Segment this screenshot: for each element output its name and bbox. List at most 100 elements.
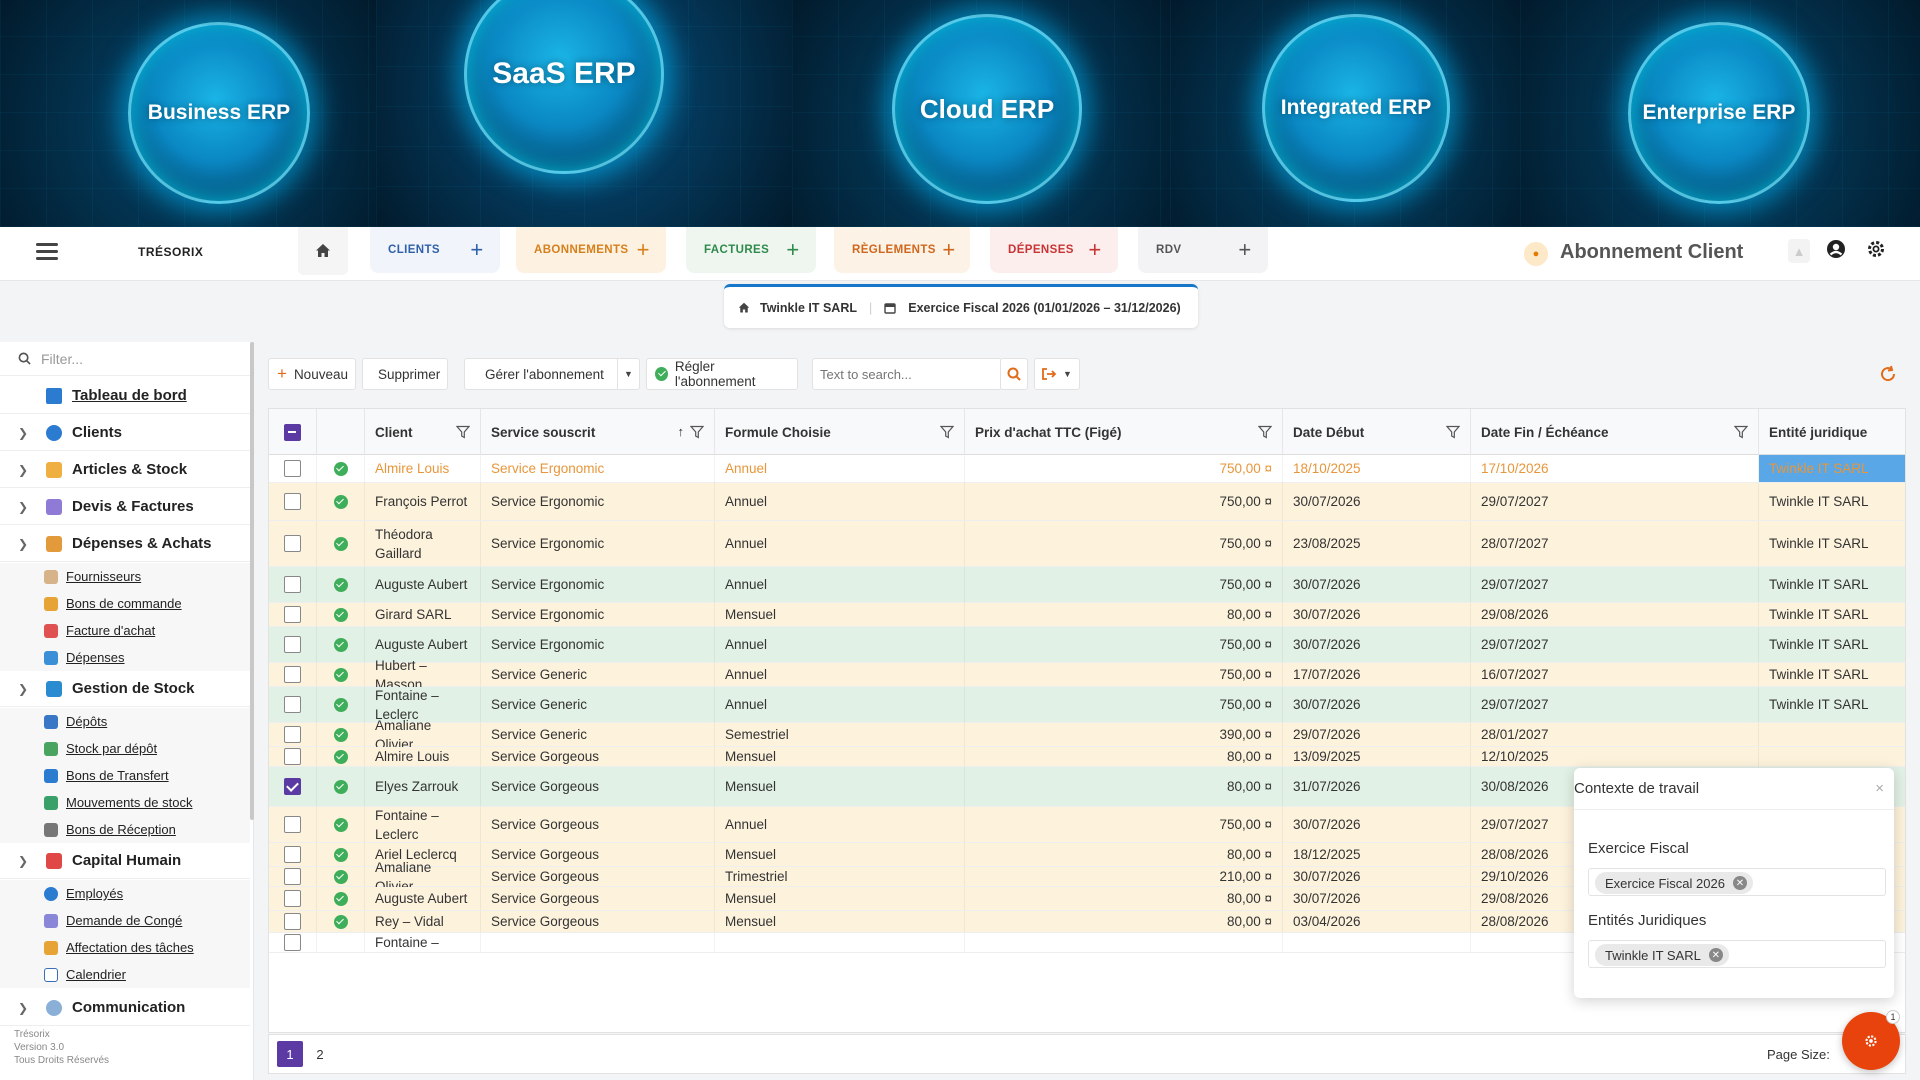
cell-client[interactable]: François Perrot	[365, 483, 481, 520]
tab-depenses[interactable]: DÉPENSES +	[990, 227, 1118, 273]
sidebar-item-stock-par-depot[interactable]: Stock par dépôt	[0, 735, 250, 762]
cell-client[interactable]: Théodora Gaillard	[365, 521, 481, 566]
table-row[interactable]: Amaliane Olivier Service Generic Semestrie…	[269, 718, 1905, 752]
cell-debut[interactable]	[1283, 933, 1471, 952]
sidebar-item-fournisseurs[interactable]: Fournisseurs	[0, 563, 250, 590]
row-checkbox[interactable]	[284, 636, 301, 653]
row-select-cell[interactable]	[269, 663, 317, 686]
sidebar-item-bons-de-transfert[interactable]: Bons de Transfert	[0, 762, 250, 789]
user-icon[interactable]	[1826, 239, 1846, 259]
table-row[interactable]: Hubert – Masson Service Generic Annuel 750,…	[269, 658, 1905, 692]
refresh-icon[interactable]	[1878, 364, 1898, 384]
cell-debut[interactable]: 30/07/2026	[1283, 567, 1471, 602]
row-select-cell[interactable]	[269, 887, 317, 910]
select-all-checkbox[interactable]	[284, 423, 301, 441]
filter-icon[interactable]	[456, 425, 470, 439]
cell-service[interactable]: Service Gorgeous	[481, 747, 715, 766]
tab-rdv[interactable]: RDV +	[1138, 227, 1268, 273]
row-select-cell[interactable]	[269, 455, 317, 482]
cell-formule[interactable]: Mensuel	[715, 767, 965, 806]
filter-icon[interactable]	[940, 425, 954, 439]
cell-service[interactable]: Service Ergonomic	[481, 521, 715, 566]
sidebar-item-devis-factures[interactable]: ❯ Devis & Factures	[0, 489, 250, 525]
cell-prix[interactable]: 80,00 ¤	[965, 767, 1283, 806]
cell-debut[interactable]: 30/07/2026	[1283, 867, 1471, 886]
cell-entite[interactable]: Twinkle IT SARL	[1759, 687, 1905, 722]
filter-icon[interactable]	[1734, 425, 1748, 439]
add-abonnement-icon[interactable]: +	[629, 235, 659, 265]
table-row[interactable]: Théodora Gaillard Service Ergonomic Annuel…	[269, 521, 1905, 567]
row-select-cell[interactable]	[269, 747, 317, 766]
page-button-2[interactable]: 2	[307, 1041, 333, 1067]
cell-service[interactable]: Service Ergonomic	[481, 455, 715, 482]
row-checkbox[interactable]	[284, 696, 301, 713]
manage-subscription-button[interactable]: Gérer l'abonnement ▼	[464, 358, 640, 390]
row-select-cell[interactable]	[269, 567, 317, 602]
row-checkbox[interactable]	[284, 535, 301, 552]
cell-fin[interactable]: 29/07/2027	[1471, 687, 1759, 722]
cell-debut[interactable]: 30/07/2026	[1283, 627, 1471, 662]
cell-debut[interactable]: 30/07/2026	[1283, 887, 1471, 910]
column-header-entite[interactable]: Entité juridique	[1759, 409, 1905, 455]
cell-service[interactable]: Service Gorgeous	[481, 887, 715, 910]
sidebar-item-calendrier[interactable]: Calendrier	[0, 961, 250, 988]
cell-service[interactable]: Service Generic	[481, 723, 715, 746]
cell-client[interactable]: Fontaine –	[365, 933, 481, 952]
cell-debut[interactable]: 30/07/2026	[1283, 687, 1471, 722]
cell-prix[interactable]: 750,00 ¤	[965, 455, 1283, 482]
search-button[interactable]	[1000, 358, 1028, 390]
cell-entite[interactable]: Twinkle IT SARL	[1759, 663, 1905, 686]
cell-service[interactable]: Service Ergonomic	[481, 483, 715, 520]
column-header-formule[interactable]: Formule Choisie	[715, 409, 965, 455]
sidebar-scrollbar[interactable]	[250, 342, 254, 820]
row-checkbox[interactable]	[284, 778, 301, 795]
cell-service[interactable]: Service Ergonomic	[481, 567, 715, 602]
cell-fin[interactable]: 29/07/2027	[1471, 567, 1759, 602]
cell-entite[interactable]: Twinkle IT SARL	[1759, 627, 1905, 662]
row-select-cell[interactable]	[269, 843, 317, 866]
filter-icon[interactable]	[1258, 425, 1272, 439]
cell-prix[interactable]: 80,00 ¤	[965, 911, 1283, 932]
tab-abonnements[interactable]: ABONNEMENTS +	[516, 227, 666, 273]
row-checkbox[interactable]	[284, 460, 301, 477]
cell-fin[interactable]: 28/01/2027	[1471, 723, 1759, 746]
cell-service[interactable]: Service Gorgeous	[481, 843, 715, 866]
cell-formule[interactable]: Mensuel	[715, 887, 965, 910]
cell-prix[interactable]: 80,00 ¤	[965, 843, 1283, 866]
cell-formule[interactable]: Mensuel	[715, 911, 965, 932]
sidebar-item-bons-de-commande[interactable]: Bons de commande	[0, 590, 250, 617]
add-reglement-icon[interactable]: +	[936, 235, 962, 265]
cell-formule[interactable]: Annuel	[715, 455, 965, 482]
sidebar-item-employes[interactable]: Employés	[0, 880, 250, 907]
column-header-date-fin[interactable]: Date Fin / Échéance	[1471, 409, 1759, 455]
cell-debut[interactable]: 29/07/2026	[1283, 723, 1471, 746]
cell-entite[interactable]: Twinkle IT SARL	[1759, 483, 1905, 520]
table-row[interactable]: Auguste Aubert Service Ergonomic Annuel 750…	[269, 567, 1905, 603]
cell-entite[interactable]	[1759, 723, 1905, 746]
cell-client[interactable]: Almire Louis	[365, 455, 481, 482]
tab-factures[interactable]: FACTURES +	[686, 227, 816, 273]
add-rdv-icon[interactable]: +	[1230, 235, 1260, 265]
sidebar-item-articles-stock[interactable]: ❯ Articles & Stock	[0, 452, 250, 488]
cell-prix[interactable]: 390,00 ¤	[965, 723, 1283, 746]
cell-service[interactable]: Service Generic	[481, 663, 715, 686]
cell-formule[interactable]: Semestriel	[715, 723, 965, 746]
cell-client[interactable]: Auguste Aubert	[365, 887, 481, 910]
table-row[interactable]: Almire Louis Service Ergonomic Annuel 750,0…	[269, 455, 1905, 483]
cell-service[interactable]: Service Ergonomic	[481, 603, 715, 626]
search-input[interactable]	[812, 358, 1002, 390]
cell-debut[interactable]: 17/07/2026	[1283, 663, 1471, 686]
row-select-cell[interactable]	[269, 483, 317, 520]
cell-prix[interactable]: 750,00 ¤	[965, 567, 1283, 602]
cell-fin[interactable]: 28/07/2027	[1471, 521, 1759, 566]
sidebar-item-depenses-achats[interactable]: ❯ Dépenses & Achats	[0, 526, 250, 562]
cell-client[interactable]: Hubert – Masson	[365, 658, 481, 692]
cell-client[interactable]: Auguste Aubert	[365, 567, 481, 602]
cell-client[interactable]: Elyes Zarrouk	[365, 767, 481, 806]
cell-prix[interactable]: 80,00 ¤	[965, 747, 1283, 766]
sidebar-item-affectation-taches[interactable]: Affectation des tâches	[0, 934, 250, 961]
add-depense-icon[interactable]: +	[1080, 235, 1110, 265]
cell-prix[interactable]: 210,00 ¤	[965, 867, 1283, 886]
cell-fin[interactable]: 29/07/2027	[1471, 627, 1759, 662]
cell-client[interactable]: Almire Louis	[365, 747, 481, 766]
